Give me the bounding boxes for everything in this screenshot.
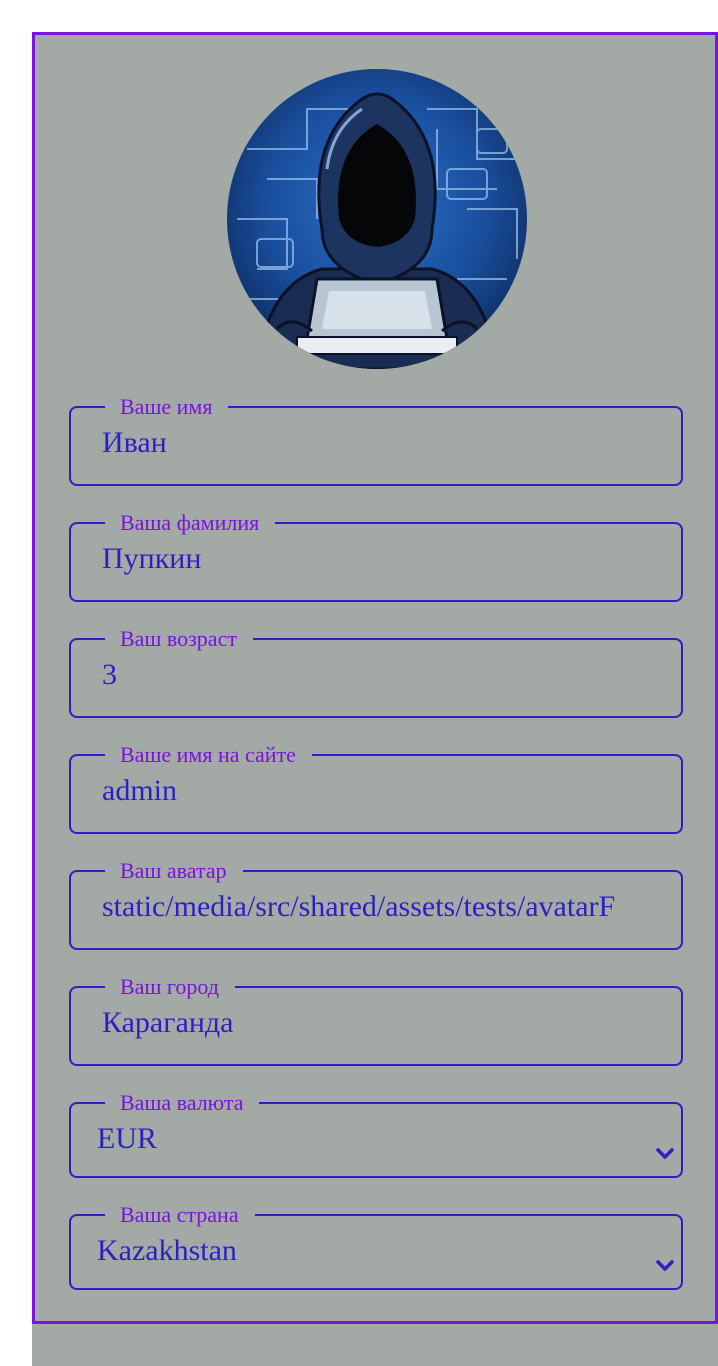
age-input[interactable]: 3	[102, 657, 650, 693]
country-label: Ваша страна	[120, 1202, 239, 1227]
profile-card: Ваше имя Иван Ваша фамилия Пупкин Ваш во…	[32, 32, 718, 1324]
avatar-image	[227, 69, 527, 369]
page-background	[32, 1324, 718, 1366]
first-name-input[interactable]: Иван	[102, 425, 650, 461]
first-name-field[interactable]: Ваше имя Иван	[69, 396, 683, 486]
first-name-label: Ваше имя	[120, 394, 213, 419]
currency-selected-value[interactable]: EUR	[97, 1121, 645, 1157]
avatar-url-input[interactable]: static/media/src/shared/assets/tests/ava…	[102, 889, 650, 925]
username-field[interactable]: Ваше имя на сайте admin	[69, 744, 683, 834]
last-name-field[interactable]: Ваша фамилия Пупкин	[69, 512, 683, 602]
username-input[interactable]: admin	[102, 773, 650, 809]
chevron-down-icon[interactable]	[655, 1147, 675, 1161]
age-field[interactable]: Ваш возраст 3	[69, 628, 683, 718]
city-label: Ваш город	[120, 974, 219, 999]
currency-label: Ваша валюта	[120, 1090, 244, 1115]
country-selected-value[interactable]: Kazakhstan	[97, 1233, 645, 1269]
city-input[interactable]: Караганда	[102, 1005, 650, 1041]
city-field[interactable]: Ваш город Караганда	[69, 976, 683, 1066]
last-name-label: Ваша фамилия	[120, 510, 260, 535]
avatar-url-field[interactable]: Ваш аватар static/media/src/shared/asset…	[69, 860, 683, 950]
username-label: Ваше имя на сайте	[120, 742, 296, 767]
avatar-url-label: Ваш аватар	[120, 858, 227, 883]
last-name-input[interactable]: Пупкин	[102, 541, 650, 577]
chevron-down-icon[interactable]	[655, 1259, 675, 1273]
currency-select[interactable]: Ваша валюта EUR	[69, 1092, 683, 1178]
avatar	[227, 69, 527, 369]
country-select[interactable]: Ваша страна Kazakhstan	[69, 1204, 683, 1290]
age-label: Ваш возраст	[120, 626, 237, 651]
